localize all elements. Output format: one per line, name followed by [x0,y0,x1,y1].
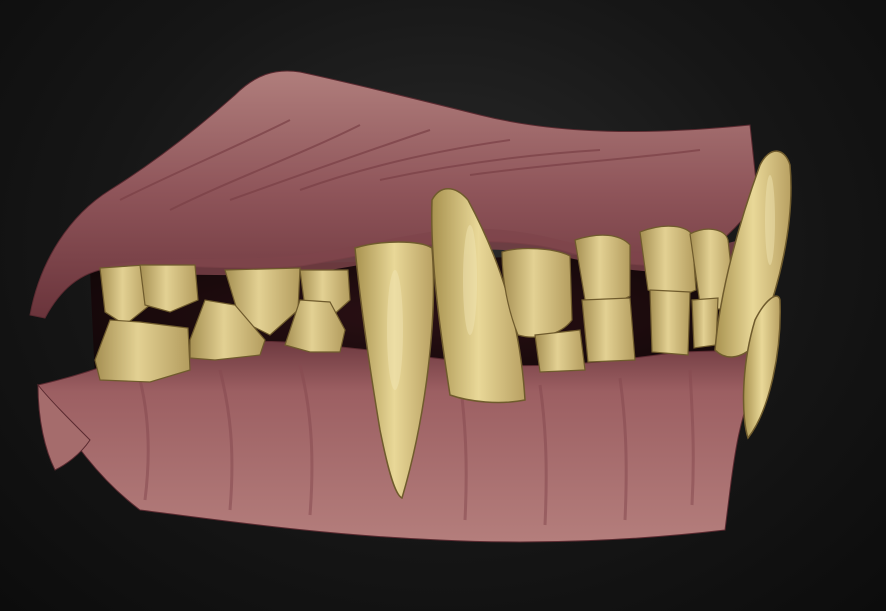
3d-viewport[interactable] [0,0,886,611]
jaw-model [29,70,792,543]
